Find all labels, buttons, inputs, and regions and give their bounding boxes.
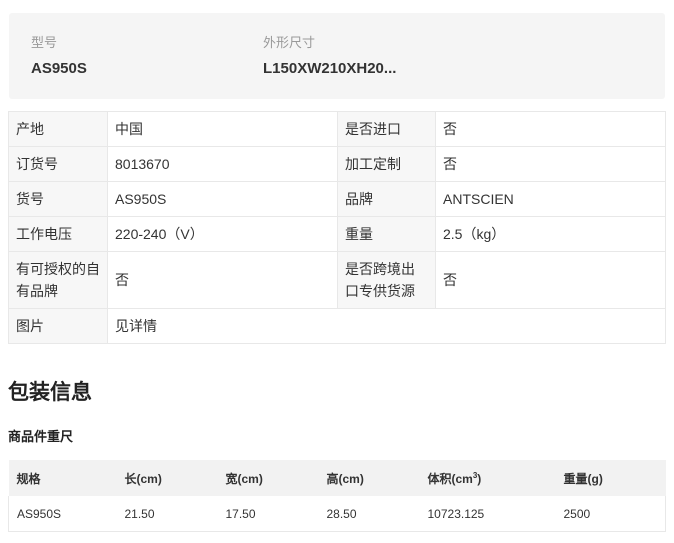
spec-row: 产地 中国 是否进口 否	[8, 111, 666, 147]
spec-value: 否	[107, 251, 338, 309]
spec-value: 否	[435, 111, 666, 147]
col-header-height: 高(cm)	[318, 460, 420, 496]
cell-length: 21.50	[116, 496, 218, 532]
col-header-width: 宽(cm)	[217, 460, 319, 496]
spec-value: 否	[435, 251, 666, 309]
volume-header-close: )	[477, 471, 482, 486]
spec-key: 有可授权的自有品牌	[8, 251, 108, 309]
spec-key: 订货号	[8, 146, 108, 182]
size-summary: 外形尺寸 L150XW210XH20...	[263, 34, 396, 79]
spec-row: 订货号 8013670 加工定制 否	[8, 146, 666, 182]
cell-weight: 2500	[555, 496, 666, 532]
col-header-volume: 体积(cm3)	[419, 460, 556, 496]
spec-key: 加工定制	[337, 146, 436, 182]
size-value: L150XW210XH20...	[263, 60, 397, 77]
spec-value: 8013670	[107, 146, 338, 182]
product-summary-card: 型号 AS950S 外形尺寸 L150XW210XH20...	[9, 13, 665, 99]
spec-key: 图片	[8, 308, 108, 344]
spec-value: 见详情	[107, 308, 666, 344]
col-header-spec: 规格	[8, 460, 117, 496]
packaging-header-row: 规格 长(cm) 宽(cm) 高(cm) 体积(cm3) 重量(g)	[8, 460, 666, 496]
spec-value: 否	[435, 146, 666, 182]
spec-key: 重量	[337, 216, 436, 252]
packaging-subtitle: 商品件重尺	[8, 429, 74, 444]
spec-key: 是否跨境出口专供货源	[337, 251, 436, 309]
packaging-section-title: 包装信息	[8, 381, 92, 404]
col-header-weight: 重量(g)	[555, 460, 666, 496]
spec-value: 2.5（kg）	[435, 216, 666, 252]
spec-key: 工作电压	[8, 216, 108, 252]
cell-height: 28.50	[318, 496, 420, 532]
spec-row: 工作电压 220-240（V） 重量 2.5（kg）	[8, 216, 666, 252]
spec-value: 220-240（V）	[107, 216, 338, 252]
col-header-length: 长(cm)	[116, 460, 218, 496]
spec-value: ANTSCIEN	[435, 181, 666, 217]
spec-row: 图片 见详情	[8, 308, 666, 344]
spec-key: 品牌	[337, 181, 436, 217]
model-label: 型号	[31, 35, 58, 50]
spec-key: 是否进口	[337, 111, 436, 147]
packaging-table: 规格 长(cm) 宽(cm) 高(cm) 体积(cm3) 重量(g) AS950…	[8, 460, 666, 532]
model-value: AS950S	[31, 60, 87, 77]
spec-row: 有可授权的自有品牌 否 是否跨境出口专供货源 否	[8, 251, 666, 309]
cell-width: 17.50	[217, 496, 319, 532]
spec-row: 货号 AS950S 品牌 ANTSCIEN	[8, 181, 666, 217]
volume-header-text: 体积(cm	[427, 471, 473, 486]
spec-value: 中国	[107, 111, 338, 147]
cell-spec: AS950S	[8, 496, 117, 532]
spec-key: 货号	[8, 181, 108, 217]
table-row: AS950S 21.50 17.50 28.50 10723.125 2500	[8, 496, 666, 532]
spec-key: 产地	[8, 111, 108, 147]
cell-volume: 10723.125	[419, 496, 556, 532]
spec-value: AS950S	[107, 181, 338, 217]
size-label: 外形尺寸	[263, 35, 316, 50]
spec-table: 产地 中国 是否进口 否 订货号 8013670 加工定制 否 货号 AS950…	[8, 111, 666, 344]
model-summary: 型号 AS950S	[31, 34, 87, 79]
